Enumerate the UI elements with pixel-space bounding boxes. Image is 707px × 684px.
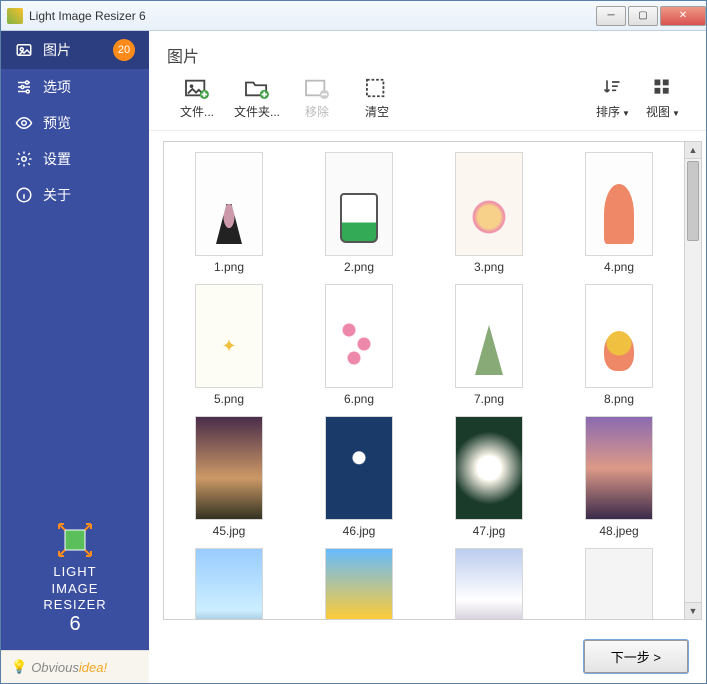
thumbnail-image[interactable] xyxy=(585,416,653,520)
thumbnail-label: 47.jpg xyxy=(473,524,506,538)
page-title: 图片 xyxy=(149,31,706,73)
toolbar: 文件... 文件夹... 移除 清空 排 xyxy=(149,73,706,131)
thumbnail-image[interactable] xyxy=(585,548,653,620)
gear-icon xyxy=(15,150,33,168)
thumbnail-image[interactable] xyxy=(325,416,393,520)
add-folder-icon xyxy=(244,77,270,99)
window-title: Light Image Resizer 6 xyxy=(29,9,594,23)
thumb-item[interactable] xyxy=(428,548,550,620)
sidebar-item-images[interactable]: 图片 20 xyxy=(1,31,149,69)
clear-button[interactable]: 清空 xyxy=(347,77,407,120)
remove-button[interactable]: 移除 xyxy=(287,77,347,120)
titlebar[interactable]: Light Image Resizer 6 ─ ▢ ✕ xyxy=(1,1,706,31)
close-button[interactable]: ✕ xyxy=(660,6,706,26)
sidebar-item-label: 预览 xyxy=(43,113,71,133)
footer: 下一步 > xyxy=(149,630,706,683)
thumbnail-label: 45.jpg xyxy=(213,524,246,538)
thumbnail-image[interactable] xyxy=(195,416,263,520)
thumbnail-label: 8.png xyxy=(604,392,634,406)
image-gallery[interactable]: 1.png 2.png 3.png 4.png 5.png 6.png 7.png 8.png… xyxy=(163,141,685,620)
thumbnail-image[interactable] xyxy=(455,284,523,388)
thumb-item[interactable]: 46.jpg xyxy=(298,416,420,538)
thumbnail-label: 1.png xyxy=(214,260,244,274)
thumbnail-image[interactable] xyxy=(455,548,523,620)
thumb-item[interactable]: 3.png xyxy=(428,152,550,274)
brand-logo: LIGHTIMAGERESIZER 6 xyxy=(1,514,149,650)
thumb-item[interactable]: 7.png xyxy=(428,284,550,406)
thumb-item[interactable]: 4.png xyxy=(558,152,680,274)
sidebar-item-settings[interactable]: 设置 xyxy=(1,141,149,177)
sidebar-item-options[interactable]: 选项 xyxy=(1,69,149,105)
window-buttons: ─ ▢ ✕ xyxy=(594,6,706,26)
thumb-item[interactable]: 45.jpg xyxy=(168,416,290,538)
thumbnail-image[interactable] xyxy=(195,548,263,620)
sidebar-item-about[interactable]: 关于 xyxy=(1,177,149,213)
sort-button[interactable]: 排序▼ xyxy=(588,77,638,120)
thumb-item[interactable]: 2.png xyxy=(298,152,420,274)
bulb-icon: 💡 xyxy=(11,659,27,675)
sidebar-item-preview[interactable]: 预览 xyxy=(1,105,149,141)
eye-icon xyxy=(15,114,33,132)
thumbnail-image[interactable] xyxy=(585,152,653,256)
scrollbar[interactable]: ▲ ▼ xyxy=(685,141,702,620)
thumbnail-image[interactable] xyxy=(585,284,653,388)
thumbnail-label: 46.jpg xyxy=(343,524,376,538)
thumbnail-label: 4.png xyxy=(604,260,634,274)
sidebar-item-label: 设置 xyxy=(43,149,71,169)
thumb-item[interactable]: 8.png xyxy=(558,284,680,406)
thumbnail-image[interactable] xyxy=(325,284,393,388)
vendor-brand[interactable]: 💡 Obviousidea! xyxy=(1,650,149,683)
images-icon xyxy=(15,41,33,59)
sidebar-item-label: 图片 xyxy=(43,40,71,60)
thumb-item[interactable]: 48.jpeg xyxy=(558,416,680,538)
scroll-thumb[interactable] xyxy=(687,161,699,241)
chevron-down-icon: ▼ xyxy=(622,109,630,118)
image-count-badge: 20 xyxy=(113,39,135,61)
sidebar: 图片 20 选项 预览 设置 关于 LIGHTIMAGERE xyxy=(1,31,149,683)
thumbnail-image[interactable] xyxy=(325,152,393,256)
sort-icon xyxy=(600,77,626,99)
thumbnail-label: 2.png xyxy=(344,260,374,274)
remove-icon xyxy=(304,77,330,99)
resize-logo-icon xyxy=(53,520,97,560)
view-button[interactable]: 视图▼ xyxy=(638,77,688,120)
thumb-item[interactable] xyxy=(558,548,680,620)
sidebar-item-label: 选项 xyxy=(43,77,71,97)
thumbnail-image[interactable] xyxy=(195,284,263,388)
thumb-item[interactable] xyxy=(298,548,420,620)
add-folder-button[interactable]: 文件夹... xyxy=(227,77,287,120)
next-button[interactable]: 下一步 > xyxy=(584,640,688,673)
scroll-up-arrow[interactable]: ▲ xyxy=(685,142,701,159)
minimize-button[interactable]: ─ xyxy=(596,6,626,26)
add-files-icon xyxy=(184,77,210,99)
scroll-track[interactable] xyxy=(685,159,701,602)
thumbnail-label: 48.jpeg xyxy=(599,524,638,538)
thumb-item[interactable]: 6.png xyxy=(298,284,420,406)
thumb-item[interactable]: 5.png xyxy=(168,284,290,406)
thumbnail-label: 3.png xyxy=(474,260,504,274)
scroll-down-arrow[interactable]: ▼ xyxy=(685,602,701,619)
thumbnail-image[interactable] xyxy=(325,548,393,620)
sliders-icon xyxy=(15,78,33,96)
thumbnail-image[interactable] xyxy=(455,416,523,520)
chevron-down-icon: ▼ xyxy=(672,109,680,118)
clear-icon xyxy=(364,77,390,99)
body: 图片 20 选项 预览 设置 关于 LIGHTIMAGERE xyxy=(1,31,706,683)
maximize-button[interactable]: ▢ xyxy=(628,6,658,26)
info-icon xyxy=(15,186,33,204)
view-icon xyxy=(650,77,676,99)
main-panel: 图片 文件... 文件夹... 移除 清空 xyxy=(149,31,706,683)
thumbnail-label: 5.png xyxy=(214,392,244,406)
app-icon xyxy=(7,8,23,24)
thumbnail-label: 6.png xyxy=(344,392,374,406)
thumbnail-image[interactable] xyxy=(455,152,523,256)
thumb-item[interactable]: 47.jpg xyxy=(428,416,550,538)
sidebar-item-label: 关于 xyxy=(43,185,71,205)
thumbnail-label: 7.png xyxy=(474,392,504,406)
app-window: Light Image Resizer 6 ─ ▢ ✕ 图片 20 选项 预览 xyxy=(0,0,707,684)
thumb-item[interactable] xyxy=(168,548,290,620)
thumb-item[interactable]: 1.png xyxy=(168,152,290,274)
thumbnail-image[interactable] xyxy=(195,152,263,256)
add-files-button[interactable]: 文件... xyxy=(167,77,227,120)
